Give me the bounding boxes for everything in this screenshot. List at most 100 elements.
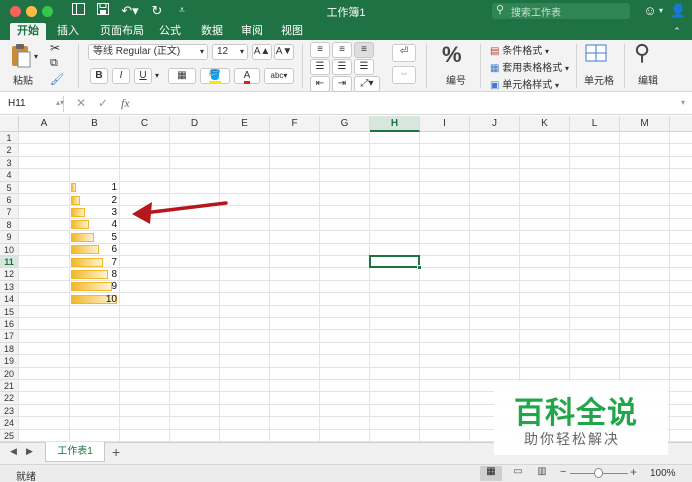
- row-header-7[interactable]: 7: [0, 206, 19, 219]
- search-sheet-input[interactable]: ⚲ 搜索工作表: [492, 3, 630, 19]
- tab-data[interactable]: 数据: [196, 23, 228, 40]
- normal-view-icon[interactable]: ▦: [480, 466, 502, 481]
- paste-dropdown-icon[interactable]: ▾: [34, 52, 38, 61]
- fill-color-button[interactable]: 🪣: [200, 68, 230, 84]
- page-layout-view-icon[interactable]: ▭: [508, 466, 528, 481]
- close-window-button[interactable]: [10, 6, 21, 17]
- cell-value[interactable]: 4: [87, 219, 117, 230]
- selected-cell[interactable]: [369, 255, 420, 269]
- row-header-23[interactable]: 23: [0, 404, 19, 418]
- borders-button[interactable]: ▦: [168, 68, 196, 84]
- select-all-corner[interactable]: [0, 116, 19, 132]
- tab-view[interactable]: 视图: [276, 23, 308, 40]
- row-header-9[interactable]: 9: [0, 231, 19, 244]
- shrink-font-button[interactable]: A▼: [274, 44, 294, 60]
- align-bottom-button[interactable]: ≡: [354, 42, 374, 58]
- name-box[interactable]: H11: [4, 96, 64, 112]
- align-left-button[interactable]: ☰: [310, 59, 330, 75]
- cell-value[interactable]: 3: [87, 207, 117, 218]
- column-header-g[interactable]: G: [320, 116, 370, 132]
- underline-dropdown-icon[interactable]: ▾: [155, 71, 159, 80]
- orientation-button[interactable]: ⤢▾: [354, 76, 380, 92]
- row-header-6[interactable]: 6: [0, 194, 19, 207]
- font-color-button[interactable]: A: [234, 68, 260, 84]
- font-name-select[interactable]: 等线 Regular (正文) ▾: [88, 44, 208, 60]
- collapse-ribbon-icon[interactable]: ⌃: [668, 23, 686, 40]
- name-box-dropdown-icon[interactable]: ▴▾: [56, 98, 64, 107]
- phonetic-button[interactable]: abc▾: [264, 68, 294, 84]
- row-header-20[interactable]: 20: [0, 367, 19, 380]
- paste-icon[interactable]: [8, 43, 34, 69]
- row-header-12[interactable]: 12: [0, 268, 19, 281]
- row-header-25[interactable]: 25: [0, 429, 19, 442]
- format-as-table-button[interactable]: ▦ 套用表格格式 ▾: [490, 59, 569, 74]
- row-header-4[interactable]: 4: [0, 169, 19, 182]
- cell-value[interactable]: 1: [87, 182, 117, 193]
- cancel-entry-icon[interactable]: ✕: [76, 96, 86, 110]
- row-header-3[interactable]: 3: [0, 156, 19, 170]
- column-header-j[interactable]: J: [470, 116, 520, 132]
- row-header-19[interactable]: 19: [0, 355, 19, 368]
- align-middle-button[interactable]: ≡: [332, 42, 352, 58]
- zoom-in-button[interactable]: +: [630, 465, 637, 479]
- tab-formulas[interactable]: 公式: [154, 23, 186, 40]
- smiley-feedback-icon[interactable]: ☺: [643, 3, 657, 19]
- column-header-c[interactable]: C: [120, 116, 170, 132]
- copy-icon[interactable]: ⧉: [50, 57, 58, 70]
- row-header-21[interactable]: 21: [0, 380, 19, 393]
- confirm-entry-icon[interactable]: ✓: [98, 96, 108, 110]
- cell-value[interactable]: 6: [87, 244, 117, 255]
- row-header-5[interactable]: 5: [0, 181, 19, 194]
- column-header-l[interactable]: L: [570, 116, 620, 132]
- column-header-m[interactable]: M: [620, 116, 670, 132]
- cell-value[interactable]: 2: [87, 195, 117, 206]
- align-center-button[interactable]: ☰: [332, 59, 352, 75]
- row-header-17[interactable]: 17: [0, 330, 19, 343]
- tab-review[interactable]: 审阅: [236, 23, 268, 40]
- tab-page-layout[interactable]: 页面布局: [94, 23, 150, 40]
- expand-formula-bar-icon[interactable]: ▾: [681, 98, 685, 107]
- align-top-button[interactable]: ≡: [310, 42, 330, 58]
- cell-value[interactable]: 9: [87, 281, 117, 292]
- cells-icon[interactable]: [584, 43, 608, 67]
- column-header-i[interactable]: I: [420, 116, 470, 132]
- sidebar-toggle-icon[interactable]: [70, 3, 86, 19]
- undo-icon[interactable]: ↶▾: [120, 3, 140, 19]
- grow-font-button[interactable]: A▲: [252, 44, 272, 60]
- next-sheet-icon[interactable]: ▶: [26, 446, 33, 457]
- column-header-d[interactable]: D: [170, 116, 220, 132]
- row-header-16[interactable]: 16: [0, 318, 19, 331]
- row-header-8[interactable]: 8: [0, 218, 19, 232]
- page-break-view-icon[interactable]: ▥: [532, 466, 552, 481]
- row-header-22[interactable]: 22: [0, 392, 19, 405]
- column-header-e[interactable]: E: [220, 116, 270, 132]
- sheet-tab-sheet1[interactable]: 工作表1: [45, 442, 105, 462]
- row-header-13[interactable]: 13: [0, 280, 19, 294]
- row-header-10[interactable]: 10: [0, 243, 19, 256]
- save-icon[interactable]: [95, 3, 111, 19]
- insert-function-icon[interactable]: fx: [121, 96, 130, 111]
- row-header-15[interactable]: 15: [0, 305, 19, 318]
- tab-home[interactable]: 开始: [10, 23, 46, 40]
- add-sheet-icon[interactable]: +: [112, 444, 120, 460]
- cell-value[interactable]: 8: [87, 269, 117, 280]
- column-header-a[interactable]: A: [19, 116, 70, 132]
- fill-handle[interactable]: [417, 265, 422, 271]
- underline-button[interactable]: U: [134, 68, 152, 84]
- column-header-k[interactable]: K: [520, 116, 570, 132]
- find-search-icon[interactable]: ⚲: [634, 40, 650, 66]
- bold-button[interactable]: B: [90, 68, 108, 84]
- row-header-11[interactable]: 11: [0, 256, 19, 269]
- minimize-window-button[interactable]: [26, 6, 37, 17]
- cell-value[interactable]: 7: [87, 257, 117, 268]
- increase-indent-button[interactable]: ⇥: [332, 76, 352, 92]
- cell-styles-button[interactable]: ▣ 单元格样式 ▾: [490, 76, 559, 91]
- wrap-text-button[interactable]: ⏎: [392, 44, 416, 62]
- row-header-24[interactable]: 24: [0, 417, 19, 430]
- column-header-h[interactable]: H: [370, 116, 420, 132]
- feedback-dropdown-icon[interactable]: ▾: [656, 3, 666, 19]
- cell-value[interactable]: 5: [87, 232, 117, 243]
- cut-icon[interactable]: ✂: [50, 41, 60, 55]
- zoom-window-button[interactable]: [42, 6, 53, 17]
- number-format-button[interactable]: %: [442, 42, 462, 68]
